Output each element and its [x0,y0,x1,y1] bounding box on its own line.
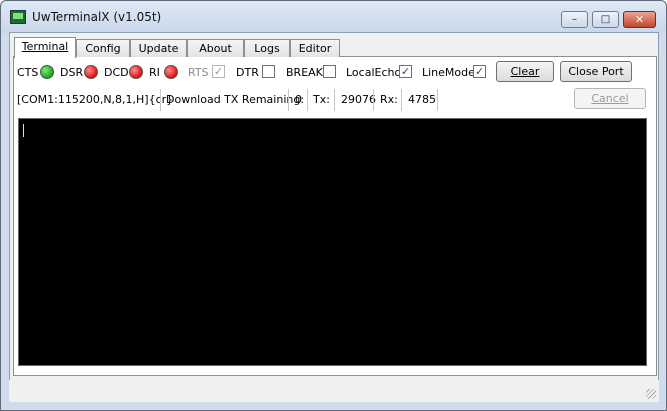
close-window-button[interactable]: ✕ [623,11,656,28]
status-bar [9,380,659,402]
rx-value: 4785 [408,93,436,106]
dtr-checkbox[interactable] [262,65,275,78]
ri-label: RI [149,66,160,79]
break-checkbox[interactable] [323,65,336,78]
dsr-led-icon [84,65,98,79]
linemode-checkbox[interactable]: ✓ [473,65,486,78]
localecho-label: LocalEcho [346,66,402,79]
rts-label: RTS [188,66,209,79]
text-cursor [23,124,24,137]
linemode-label: LineMode [422,66,475,79]
app-window: UwTerminalX (v1.05t) – □ ✕ Terminal Conf… [0,0,667,411]
tx-value: 29076 [341,93,376,106]
dsr-label: DSR [60,66,84,79]
cts-label: CTS [17,66,39,79]
maximize-button[interactable]: □ [592,11,619,28]
window-title: UwTerminalX (v1.05t) [32,10,162,24]
terminal-output[interactable] [18,118,647,366]
tab-editor[interactable]: Editor [290,39,340,57]
app-icon [10,10,26,24]
ri-led-icon [164,65,178,79]
minimize-button[interactable]: – [561,11,588,28]
cancel-button[interactable]: Cancel [574,88,646,109]
tab-logs[interactable]: Logs [244,39,290,57]
tab-about[interactable]: About [187,39,244,57]
dtr-label: DTR [236,66,259,79]
localecho-checkbox[interactable]: ✓ [399,65,412,78]
rts-checkbox[interactable]: ✓ [212,65,225,78]
close-port-button[interactable]: Close Port [560,61,632,82]
port-settings-text: [COM1:115200,N,8,1,H]{cr} [17,93,174,106]
tx-label: Tx: [313,93,330,106]
title-bar[interactable]: UwTerminalX (v1.05t) – □ ✕ [1,1,666,33]
break-label: BREAK [286,66,323,79]
download-tx-value: 0 [295,93,302,106]
rx-label: Rx: [380,93,398,106]
tab-terminal[interactable]: Terminal [14,37,76,58]
tab-update[interactable]: Update [130,39,187,57]
tab-config[interactable]: Config [76,39,130,57]
download-tx-label: Download TX Remaining: [166,93,305,106]
dcd-label: DCD [104,66,129,79]
cts-led-icon [40,65,54,79]
clear-button[interactable]: Clear [496,61,554,82]
resize-grip-icon[interactable] [646,389,656,399]
dcd-led-icon [129,65,143,79]
